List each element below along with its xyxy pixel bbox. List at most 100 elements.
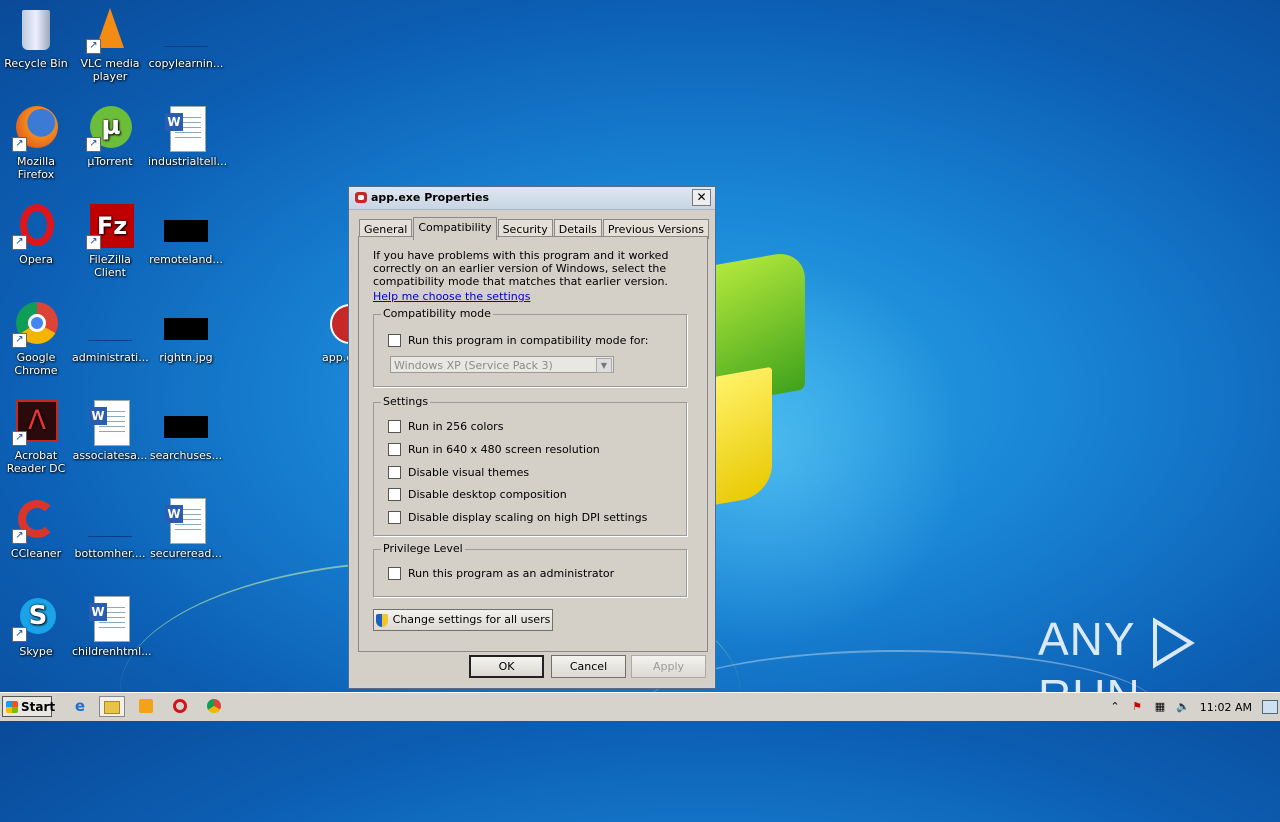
desktop-icon-secureread[interactable]: W secureread... [148, 496, 224, 560]
tab-strip: General Compatibility Security Details P… [359, 217, 710, 240]
image-file-icon [162, 398, 210, 446]
start-label: Start [21, 700, 56, 714]
action-center-flag-icon[interactable]: ⚑ [1130, 700, 1144, 714]
option-label: Disable desktop composition [408, 488, 567, 501]
change-settings-all-users-button[interactable]: Change settings for all users [373, 609, 553, 631]
checkbox-box[interactable] [388, 443, 401, 456]
option-label: Disable display scaling on high DPI sett… [408, 511, 648, 524]
desktop-icon-ccleaner[interactable]: ↗ CCleaner [0, 496, 74, 560]
desktop-icon-childrenhtml[interactable]: W childrenhtml... [72, 594, 152, 658]
checkbox-box[interactable] [388, 567, 401, 580]
compat-mode-select-value: Windows XP (Service Pack 3) [394, 359, 553, 372]
ok-button[interactable]: OK [469, 655, 544, 678]
option-256-colors[interactable]: Run in 256 colors [388, 420, 503, 433]
tab-compatibility[interactable]: Compatibility [413, 217, 497, 240]
file-icon [86, 300, 134, 348]
option-label: Disable visual themes [408, 466, 530, 479]
watermark-left: ANY [1038, 613, 1135, 665]
shortcut-arrow-icon: ↗ [12, 137, 27, 152]
network-icon[interactable]: ▦ [1153, 700, 1167, 714]
shortcut-arrow-icon: ↗ [12, 333, 27, 348]
checkbox-box[interactable] [388, 488, 401, 501]
option-disable-desktop-composition[interactable]: Disable desktop composition [388, 488, 567, 501]
intro-text: If you have problems with this program a… [373, 249, 669, 288]
image-file-icon [162, 202, 210, 250]
file-icon [162, 6, 210, 54]
dialog-titlebar[interactable]: app.exe Properties ✕ [349, 187, 715, 210]
settings-group: Settings Run in 256 colors Run in 640 x … [373, 395, 687, 536]
checkbox-box[interactable] [388, 334, 401, 347]
vlc-icon: ↗ [86, 6, 134, 54]
compat-mode-label: Run this program in compatibility mode f… [408, 334, 649, 347]
desktop-icon-filezilla[interactable]: Fz ↗ FileZilla Client [72, 202, 148, 279]
show-hidden-icons-chevron-icon[interactable]: ⌃ [1108, 700, 1122, 714]
opera-icon: ↗ [12, 202, 60, 250]
utorrent-icon: µ ↗ [86, 104, 134, 152]
compat-mode-select[interactable]: Windows XP (Service Pack 3) ▼ [390, 356, 614, 373]
shortcut-arrow-icon: ↗ [86, 137, 101, 152]
desktop-icon-associatesa[interactable]: W associatesa... [72, 398, 148, 462]
checkbox-box[interactable] [388, 466, 401, 479]
privilege-level-group: Privilege Level Run this program as an a… [373, 542, 687, 597]
desktop-icon-rightn[interactable]: rightn.jpg [148, 300, 224, 364]
windows-logo-icon [6, 701, 18, 713]
word-document-icon: W [162, 104, 210, 152]
shortcut-arrow-icon: ↗ [86, 235, 101, 250]
option-disable-visual-themes[interactable]: Disable visual themes [388, 466, 529, 479]
filezilla-icon: Fz ↗ [86, 202, 134, 250]
chrome-taskbar-icon[interactable] [201, 696, 227, 717]
apply-button[interactable]: Apply [631, 655, 706, 678]
word-document-icon: W [162, 496, 210, 544]
word-document-icon: W [86, 398, 134, 446]
run-as-admin-checkbox[interactable]: Run this program as an administrator [388, 567, 614, 580]
file-icon [86, 496, 134, 544]
desktop-icon-skype[interactable]: S ↗ Skype [0, 594, 74, 658]
compatibility-mode-legend: Compatibility mode [381, 307, 493, 320]
file-explorer-icon[interactable] [99, 696, 125, 717]
skype-icon: S ↗ [12, 594, 60, 642]
shortcut-arrow-icon: ↗ [12, 235, 27, 250]
ccleaner-icon: ↗ [12, 496, 60, 544]
volume-icon[interactable]: 🔈 [1176, 700, 1190, 714]
privilege-level-legend: Privilege Level [381, 542, 465, 555]
checkbox-box[interactable] [388, 420, 401, 433]
close-button[interactable]: ✕ [692, 189, 711, 206]
desktop-icon-vlc[interactable]: ↗ VLC media player [72, 6, 148, 83]
desktop-icon-searchuses[interactable]: searchuses... [148, 398, 224, 462]
compat-mode-checkbox[interactable]: Run this program in compatibility mode f… [388, 334, 649, 347]
desktop-icon-opera[interactable]: ↗ Opera [0, 202, 74, 266]
compatibility-panel: If you have problems with this program a… [358, 236, 708, 652]
checkbox-box[interactable] [388, 511, 401, 524]
desktop-icon-firefox[interactable]: ↗ Mozilla Firefox [0, 104, 74, 181]
option-label: Run in 256 colors [408, 420, 504, 433]
desktop-icon-chrome[interactable]: ↗ Google Chrome [0, 300, 74, 377]
desktop-icon-bottomher[interactable]: bottomher.... [72, 496, 148, 560]
help-link[interactable]: Help me choose the settings [373, 290, 530, 303]
option-disable-dpi-scaling[interactable]: Disable display scaling on high DPI sett… [388, 511, 647, 524]
show-desktop-icon[interactable] [1262, 700, 1278, 714]
opera-taskbar-icon[interactable] [167, 696, 193, 717]
start-button[interactable]: Start [2, 696, 56, 717]
clock[interactable]: 11:02 AM [1200, 701, 1252, 714]
compatibility-mode-group: Compatibility mode Run this program in c… [373, 307, 687, 387]
cancel-button[interactable]: Cancel [551, 655, 626, 678]
run-as-admin-label: Run this program as an administrator [408, 567, 615, 580]
desktop-icon-recycle-bin[interactable]: Recycle Bin [0, 6, 74, 70]
chevron-down-icon[interactable]: ▼ [596, 358, 612, 373]
chrome-icon: ↗ [12, 300, 60, 348]
shortcut-arrow-icon: ↗ [12, 431, 27, 446]
shortcut-arrow-icon: ↗ [86, 39, 101, 54]
desktop-icon-remoteland[interactable]: remoteland... [148, 202, 224, 266]
desktop-icon-acrobat[interactable]: ᐱ ↗ Acrobat Reader DC [0, 398, 74, 475]
uac-shield-icon [375, 613, 388, 627]
media-player-icon[interactable] [133, 696, 159, 717]
desktop-icon-utorrent[interactable]: µ ↗ µTorrent [72, 104, 148, 168]
properties-dialog: app.exe Properties ✕ General Compatibili… [348, 186, 716, 689]
desktop-icon-administrati[interactable]: administrati... [72, 300, 149, 364]
option-640x480[interactable]: Run in 640 x 480 screen resolution [388, 443, 600, 456]
acrobat-icon: ᐱ ↗ [12, 398, 60, 446]
desktop-icon-industrialtell[interactable]: W industrialtell... [148, 104, 227, 168]
internet-explorer-icon[interactable]: e [67, 696, 93, 717]
wallpaper-logo-yellow [712, 366, 772, 506]
desktop-icon-copylearnin[interactable]: copylearnin... [148, 6, 224, 70]
